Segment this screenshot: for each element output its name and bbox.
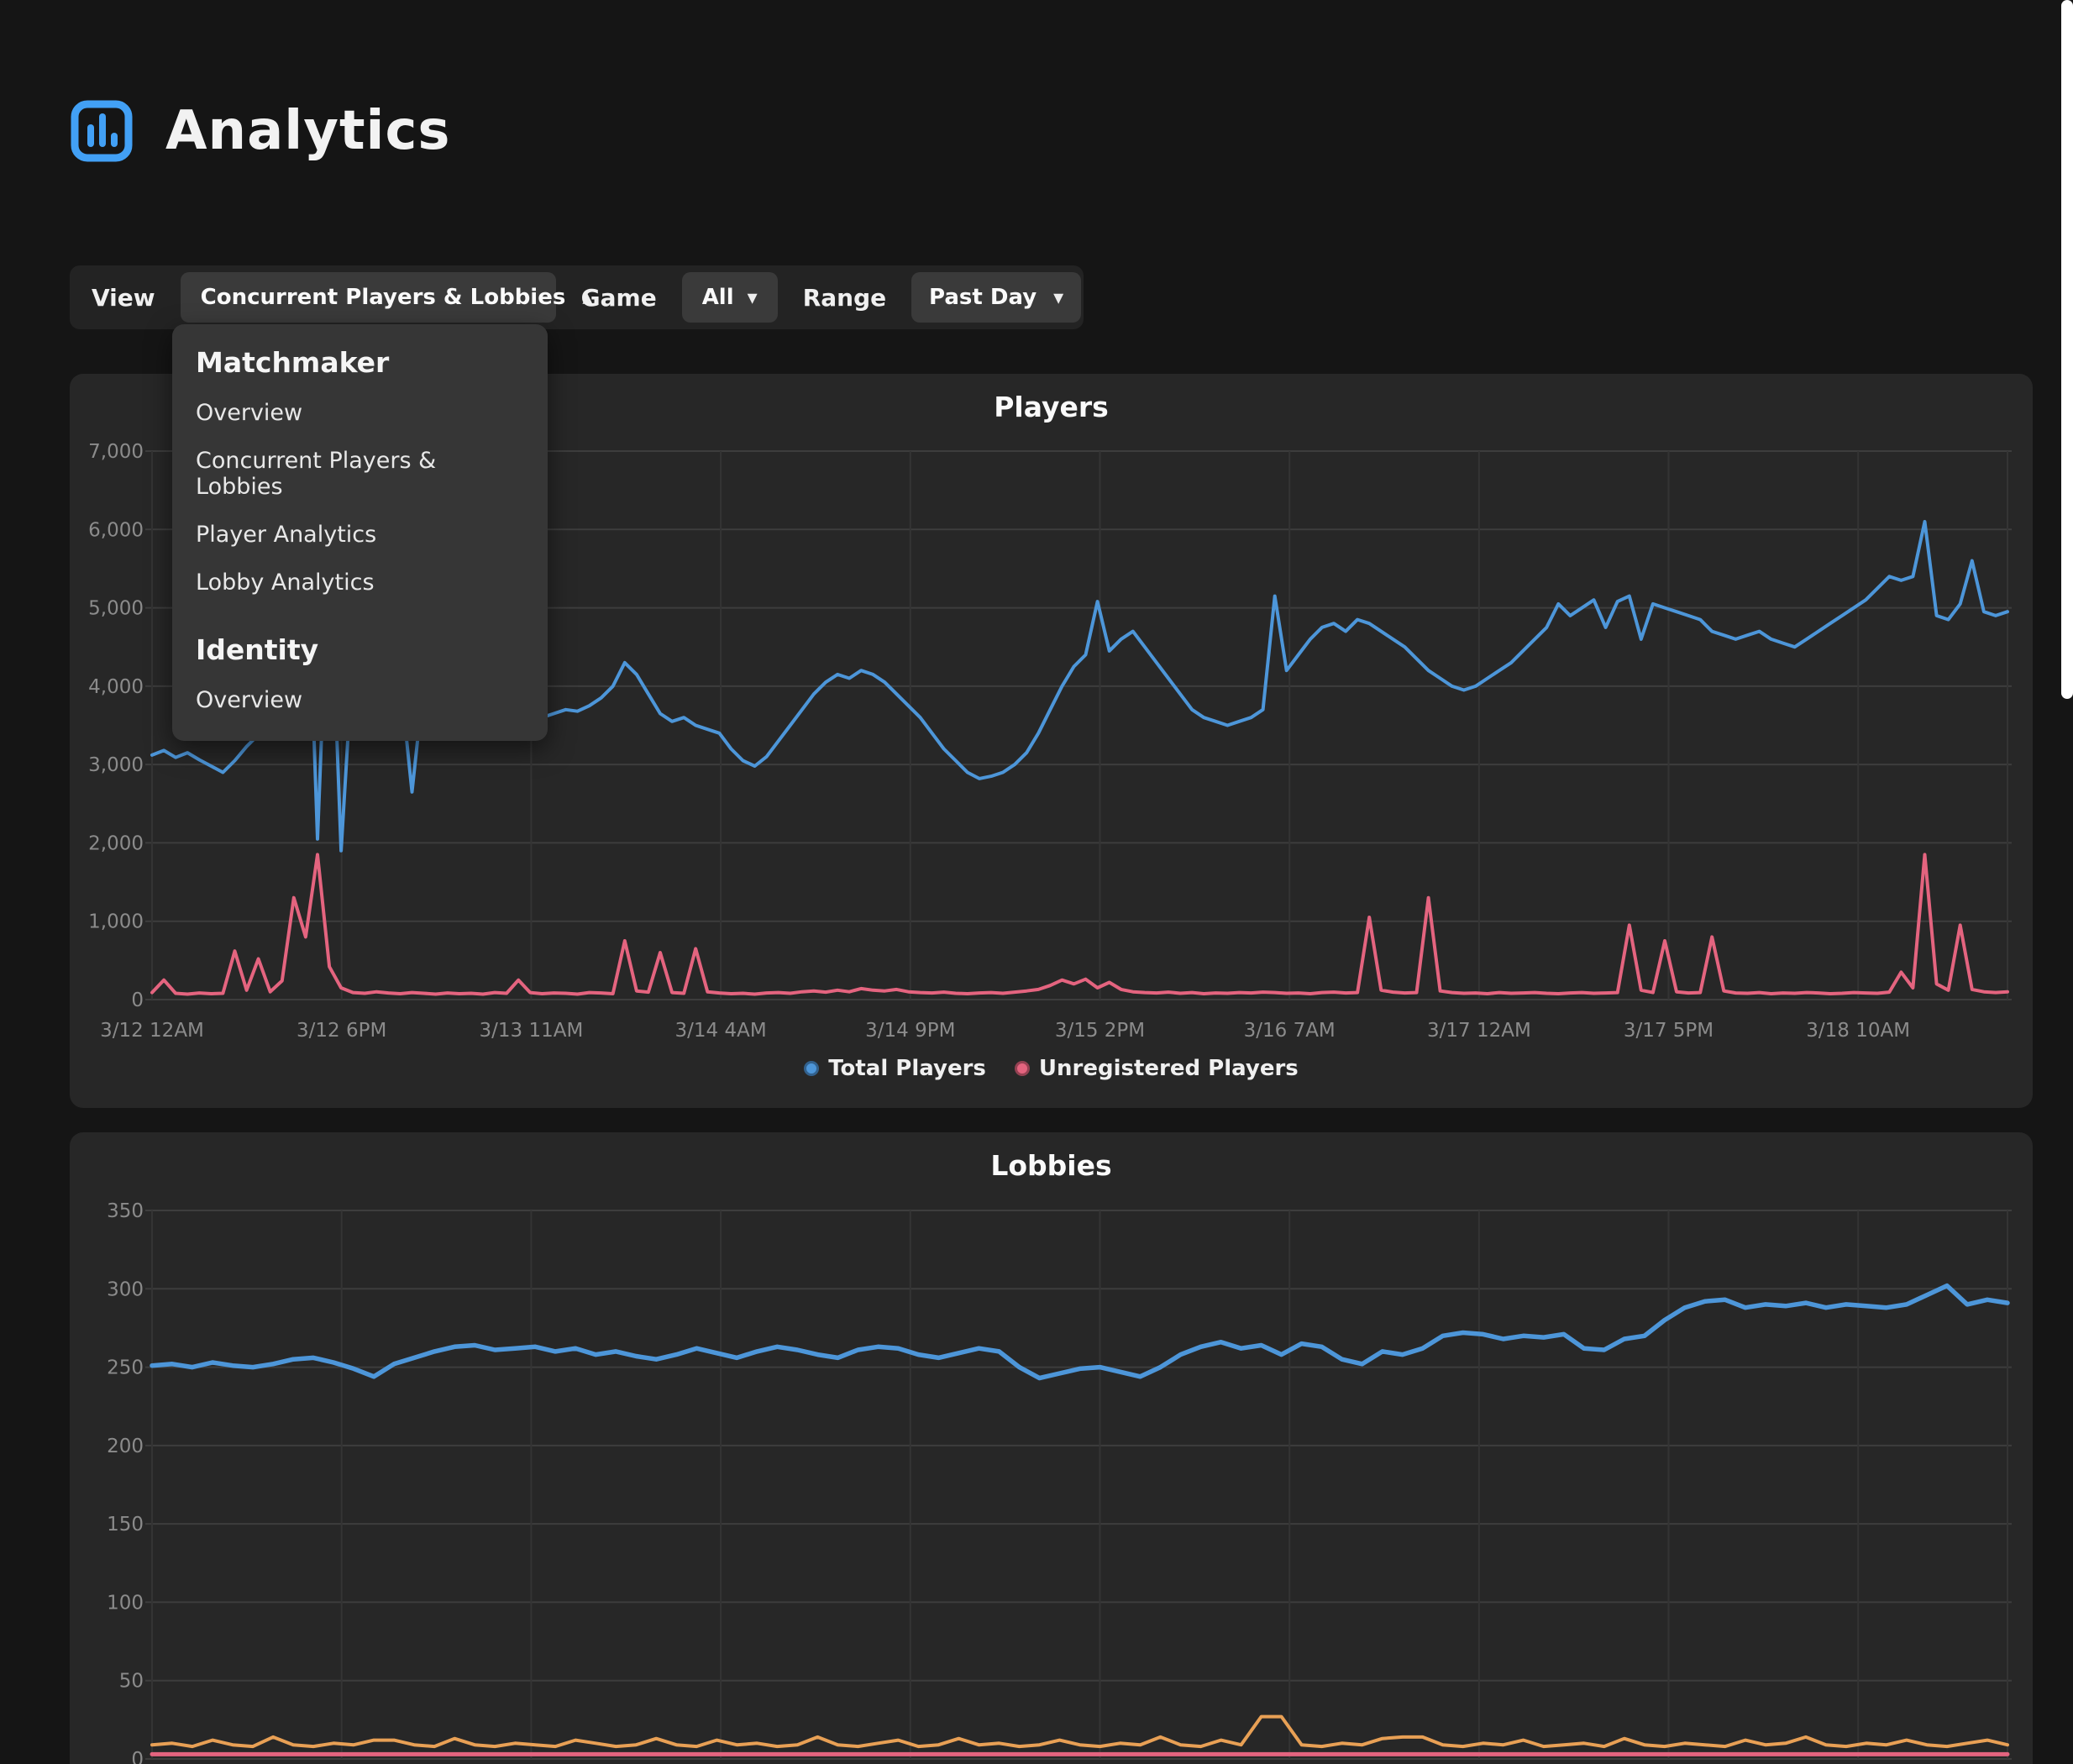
- svg-text:150: 150: [107, 1514, 144, 1536]
- view-dropdown-menu: Matchmaker Overview Concurrent Players &…: [172, 324, 548, 741]
- svg-text:0: 0: [131, 1749, 144, 1764]
- svg-text:300: 300: [107, 1278, 144, 1300]
- view-dropdown-value: Concurrent Players & Lobbies: [201, 285, 566, 310]
- players-legend: Total Players Unregistered Players: [70, 1056, 2033, 1081]
- game-dropdown-value: All: [702, 285, 734, 310]
- svg-text:7,000: 7,000: [88, 441, 144, 463]
- svg-text:3/17 5PM: 3/17 5PM: [1624, 1020, 1714, 1042]
- scrollbar-thumb[interactable]: [2061, 0, 2073, 699]
- svg-text:5,000: 5,000: [88, 598, 144, 620]
- analytics-page: Analytics View Concurrent Players & Lobb…: [0, 0, 2073, 1764]
- legend-dot-icon: [804, 1061, 819, 1076]
- menu-item-overview[interactable]: Overview: [172, 389, 548, 437]
- svg-text:3/12 12AM: 3/12 12AM: [100, 1020, 204, 1042]
- svg-text:4,000: 4,000: [88, 676, 144, 698]
- svg-text:1,000: 1,000: [88, 911, 144, 933]
- svg-text:3,000: 3,000: [88, 754, 144, 776]
- svg-text:50: 50: [119, 1671, 144, 1693]
- svg-text:3/13 11AM: 3/13 11AM: [479, 1020, 583, 1042]
- game-dropdown[interactable]: All ▾: [682, 272, 778, 323]
- legend-dot-icon: [1015, 1061, 1030, 1076]
- svg-text:3/14 9PM: 3/14 9PM: [865, 1020, 955, 1042]
- svg-text:350: 350: [107, 1200, 144, 1222]
- view-label: View: [92, 284, 155, 312]
- menu-item-concurrent-players-lobbies[interactable]: Concurrent Players & Lobbies: [172, 437, 548, 511]
- svg-text:200: 200: [107, 1436, 144, 1457]
- svg-text:3/16 7AM: 3/16 7AM: [1244, 1020, 1336, 1042]
- svg-text:0: 0: [131, 990, 144, 1011]
- range-dropdown-value: Past Day: [929, 285, 1036, 310]
- filter-toolbar: View Concurrent Players & Lobbies ▴ Game…: [70, 265, 1084, 329]
- analytics-bar-chart-icon: [70, 99, 134, 163]
- svg-text:6,000: 6,000: [88, 519, 144, 541]
- page-title: Analytics: [165, 100, 451, 162]
- svg-text:3/14 4AM: 3/14 4AM: [675, 1020, 767, 1042]
- menu-section-identity: Identity: [172, 625, 548, 676]
- legend-label: Unregistered Players: [1039, 1056, 1299, 1081]
- range-label: Range: [803, 284, 886, 312]
- svg-text:100: 100: [107, 1592, 144, 1614]
- menu-section-matchmaker: Matchmaker: [172, 338, 548, 389]
- range-dropdown[interactable]: Past Day ▾: [911, 272, 1081, 323]
- menu-item-player-analytics[interactable]: Player Analytics: [172, 511, 548, 559]
- lobbies-panel: Lobbies 350300250200150100500: [70, 1132, 2033, 1764]
- svg-text:3/17 12AM: 3/17 12AM: [1427, 1020, 1531, 1042]
- legend-item[interactable]: Unregistered Players: [1015, 1056, 1299, 1081]
- chevron-down-icon: ▾: [1053, 287, 1063, 307]
- menu-item-identity-overview[interactable]: Overview: [172, 676, 548, 724]
- page-header: Analytics: [70, 99, 451, 163]
- legend-label: Total Players: [828, 1056, 986, 1081]
- game-label: Game: [581, 284, 657, 312]
- svg-text:3/15 2PM: 3/15 2PM: [1055, 1020, 1145, 1042]
- lobbies-chart: 350 300 250 200 150 100 50 0: [70, 1132, 2033, 1764]
- legend-item[interactable]: Total Players: [804, 1056, 986, 1081]
- menu-item-lobby-analytics[interactable]: Lobby Analytics: [172, 559, 548, 606]
- svg-text:3/12 6PM: 3/12 6PM: [297, 1020, 386, 1042]
- chevron-down-icon: ▾: [748, 287, 758, 307]
- view-dropdown[interactable]: Concurrent Players & Lobbies ▴: [181, 272, 556, 323]
- svg-text:2,000: 2,000: [88, 832, 144, 854]
- svg-text:3/18 10AM: 3/18 10AM: [1806, 1020, 1910, 1042]
- svg-text:250: 250: [107, 1357, 144, 1379]
